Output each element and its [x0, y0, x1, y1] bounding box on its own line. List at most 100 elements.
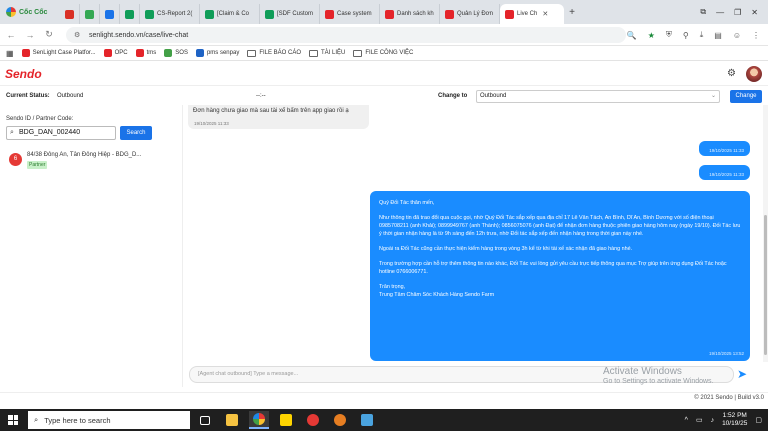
tab-label: Danh sách kh — [397, 11, 434, 17]
clock-time: 1:52 PM — [722, 412, 747, 419]
sheets-icon — [205, 9, 214, 19]
tab-label: CS-Report 2( — [157, 11, 193, 17]
maximize-icon[interactable]: ❐ — [734, 8, 741, 17]
bookmark-item[interactable]: FILE CÔNG VIỆC — [353, 49, 413, 57]
conversation-item[interactable]: 6 84/38 Đông An, Tân Đông Hiệp - BDG_D..… — [6, 147, 178, 173]
tab-label: Quản Lý Đơn — [457, 11, 493, 17]
search-button[interactable]: Search — [120, 126, 152, 140]
reading-list-icon[interactable]: ▤ — [714, 31, 722, 40]
bookmarks-bar: ▦ SenLight Case Platfor... OPC tms SOS pms s… — [0, 46, 768, 61]
file-explorer-icon[interactable] — [222, 411, 242, 429]
bookmark-star-icon[interactable]: ★ — [648, 31, 655, 40]
forward-icon[interactable]: → — [22, 30, 38, 40]
message-paragraph: Quý Đối Tác thân mến, — [379, 200, 435, 206]
browser-tab[interactable]: CS-Report 2( — [140, 4, 200, 24]
message-paragraph: Ngoài ra Đối Tác cũng cần thực hiện kiểm… — [379, 246, 633, 252]
doc-icon — [125, 9, 134, 19]
url-input[interactable]: ⚙ senlight.sendo.vn/case/live-chat — [66, 27, 626, 43]
bookmark-item[interactable]: FILE BÁO CÁO — [247, 49, 301, 57]
close-window-icon[interactable]: ✕ — [751, 8, 758, 17]
change-to-select[interactable]: Outbound ⌄ — [476, 90, 720, 103]
bookmark-item[interactable]: OPC — [103, 49, 128, 57]
browser-tab-bar: Cốc Cốc CS-Report 2( [Claim & Co [SDF Cust… — [0, 0, 768, 24]
message-input-placeholder: [Agent chat outbound] Type a message... — [198, 371, 299, 377]
new-tab-button[interactable]: + — [564, 7, 580, 18]
chrome-icon[interactable] — [330, 411, 350, 429]
network-icon[interactable]: ▭ — [696, 416, 703, 424]
bookmark-item[interactable]: pms senpay — [195, 49, 240, 57]
browser-tab[interactable]: Case system — [320, 4, 380, 24]
app-footer: © 2021 Sendo | Build v3.0 — [0, 392, 768, 404]
notifications-icon[interactable]: ▢ — [755, 416, 762, 424]
windows-taskbar: ⌕ Type here to search ^ ▭ ♪ 1:52 PM 10/1… — [0, 409, 768, 431]
reload-icon[interactable]: ↻ — [41, 29, 57, 40]
bookmark-item[interactable]: tms — [135, 49, 156, 57]
taskbar-search-input[interactable]: ⌕ Type here to search — [28, 411, 190, 429]
site-info-icon[interactable]: ⚙ — [74, 31, 83, 40]
scrollbar-thumb[interactable] — [764, 215, 767, 355]
tab-label: [SDF Custom — [277, 11, 314, 17]
app-icon — [85, 9, 94, 19]
sheets-icon — [145, 9, 154, 19]
settings-gear-icon[interactable]: ⚙ — [727, 68, 736, 79]
extensions-icon[interactable]: ⚲ — [683, 31, 689, 40]
browser-brand: Cốc Cốc — [0, 7, 60, 17]
partner-search-value: BDG_DAN_002440 — [19, 129, 81, 136]
window-controls: ⧉ — ❐ ✕ — [700, 0, 768, 24]
browser-tab[interactable]: [SDF Custom — [260, 4, 320, 24]
browser-tab[interactable]: Live Ch ✕ — [500, 4, 564, 24]
minimize-icon[interactable]: — — [716, 8, 724, 17]
remote-app-icon[interactable] — [357, 411, 377, 429]
sticky-notes-icon[interactable] — [276, 411, 296, 429]
browser-tab[interactable]: Quản Lý Đơn — [440, 4, 500, 24]
volume-icon[interactable]: ♪ — [711, 417, 715, 424]
chat-messages: Đơn hàng chưa giao mà sau tài xế bấm trê… — [184, 105, 768, 362]
partner-tag: Partner — [27, 161, 48, 169]
browser-tab[interactable]: [Claim & Co — [200, 4, 260, 24]
browser-tab[interactable] — [80, 4, 100, 24]
address-bar-actions: 🔍 ★ ⛨ ⚲ ⤓ ▤ ☺ ⋮ — [627, 27, 760, 43]
coccoc-browser-icon[interactable] — [249, 411, 269, 429]
download-icon[interactable]: ⤓ — [700, 30, 704, 40]
incoming-message-text: Đơn hàng chưa giao mà sau tài xế bấm trê… — [193, 108, 349, 114]
incoming-message: Đơn hàng chưa giao mà sau tài xế bấm trê… — [188, 105, 369, 129]
show-hidden-icons-icon[interactable]: ^ — [685, 417, 688, 424]
message-time: 19/10/2025 13:52 — [708, 351, 744, 356]
current-status-value: Outbound — [57, 93, 84, 99]
back-icon[interactable]: ← — [3, 30, 19, 40]
change-button[interactable]: Change — [730, 90, 762, 103]
windows-start-icon[interactable] — [8, 415, 18, 425]
gmail-icon — [65, 9, 74, 19]
sendo-logo[interactable]: Sendo — [5, 67, 42, 81]
apps-grid-icon[interactable]: ▦ — [6, 49, 14, 58]
clock-date: 10/19/25 — [722, 420, 748, 427]
browser-tab[interactable] — [60, 4, 80, 24]
browser-tab[interactable] — [100, 4, 120, 24]
bookmark-item[interactable]: TÀI LIỆU — [309, 49, 345, 57]
task-view-icon[interactable] — [195, 411, 215, 429]
activate-windows-subtitle: Go to Settings to activate Windows. — [603, 378, 714, 385]
sendo-icon — [385, 9, 394, 19]
browser-tab[interactable] — [120, 4, 140, 24]
chat-scrollbar[interactable] — [763, 105, 768, 362]
conversation-sidebar: Sendo ID / Partner Code: ⌕ BDG_DAN_00244… — [0, 105, 183, 387]
taskbar-clock[interactable]: 1:52 PM 10/19/25 — [722, 412, 747, 428]
shield-icon[interactable]: ⛨ — [666, 30, 672, 40]
send-icon[interactable]: ➤ — [737, 367, 747, 381]
bookmark-item[interactable]: SOS — [164, 49, 188, 57]
menu-icon[interactable]: ⋮ — [752, 31, 760, 40]
close-tab-icon[interactable]: ✕ — [542, 10, 548, 18]
outlook-icon[interactable] — [303, 411, 323, 429]
message-paragraph: Như thông tin đã trao đổi qua cuộc gọi, … — [379, 215, 741, 237]
taskbar-search-placeholder: Type here to search — [44, 415, 111, 425]
conversation-address: 84/38 Đông An, Tân Đông Hiệp - BDG_D... — [27, 152, 142, 158]
tab-label: Case system — [337, 11, 372, 17]
partner-search-input[interactable]: ⌕ BDG_DAN_002440 — [6, 126, 116, 140]
user-avatar[interactable] — [746, 66, 762, 82]
zoom-icon[interactable]: 🔍 — [627, 31, 637, 40]
bookmark-label: pms senpay — [206, 50, 240, 56]
browser-tab[interactable]: Danh sách kh — [380, 4, 440, 24]
profile-icon[interactable]: ☺ — [733, 31, 741, 40]
tab-search-icon[interactable]: ⧉ — [700, 7, 706, 17]
bookmark-item[interactable]: SenLight Case Platfor... — [21, 49, 96, 57]
